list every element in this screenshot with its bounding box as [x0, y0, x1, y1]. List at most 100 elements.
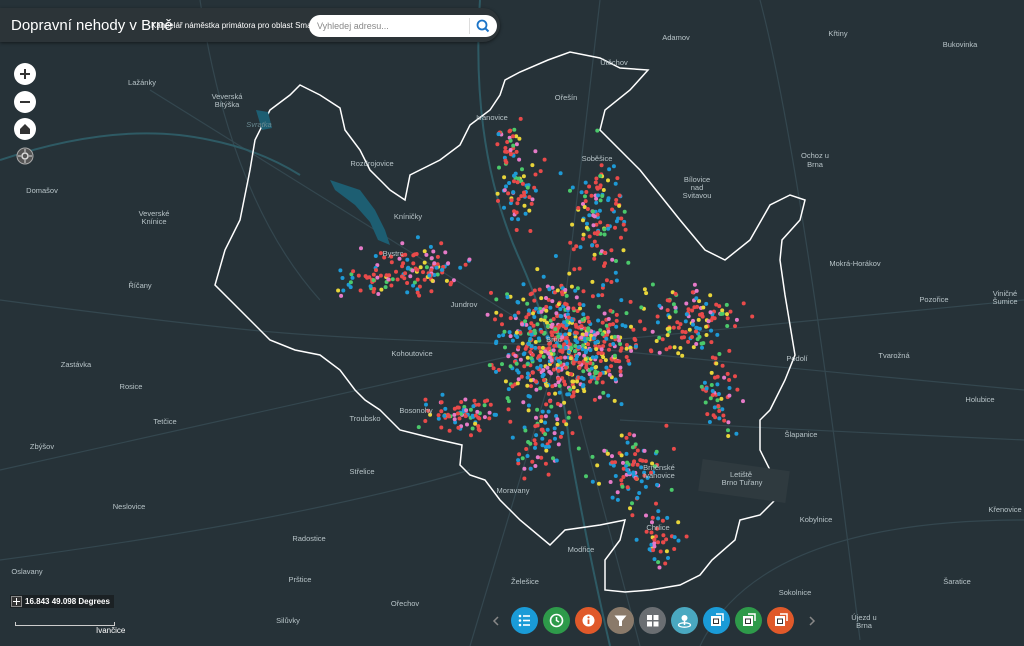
accident-point[interactable]: [412, 252, 417, 257]
accident-point[interactable]: [608, 308, 613, 313]
accident-point[interactable]: [500, 362, 504, 367]
accident-point[interactable]: [533, 149, 538, 154]
accident-point[interactable]: [590, 279, 595, 284]
accident-point[interactable]: [588, 379, 592, 384]
accident-point[interactable]: [595, 463, 600, 468]
accident-point[interactable]: [581, 236, 586, 241]
accident-point[interactable]: [415, 290, 420, 295]
accident-point[interactable]: [717, 409, 722, 413]
accident-point[interactable]: [656, 509, 661, 514]
accident-point[interactable]: [511, 143, 516, 148]
accident-point[interactable]: [635, 462, 640, 467]
accident-point[interactable]: [459, 400, 464, 404]
accident-point[interactable]: [494, 339, 499, 344]
accident-point[interactable]: [583, 357, 588, 362]
accident-point[interactable]: [494, 412, 498, 417]
accident-point[interactable]: [533, 172, 538, 177]
accident-point[interactable]: [613, 377, 618, 382]
accident-point[interactable]: [440, 267, 444, 272]
accident-point[interactable]: [702, 380, 707, 385]
accident-point[interactable]: [553, 436, 557, 441]
accident-point[interactable]: [527, 208, 532, 213]
accident-point[interactable]: [373, 254, 378, 258]
accident-point[interactable]: [633, 338, 638, 342]
accident-point[interactable]: [525, 454, 530, 458]
accident-point[interactable]: [506, 387, 511, 392]
accident-point[interactable]: [569, 284, 574, 289]
accident-point[interactable]: [422, 249, 427, 254]
accident-point[interactable]: [710, 389, 715, 393]
accident-point[interactable]: [439, 400, 444, 405]
accident-point[interactable]: [510, 384, 515, 389]
accident-point[interactable]: [617, 359, 622, 364]
accident-point[interactable]: [612, 398, 617, 403]
accident-point[interactable]: [621, 248, 626, 253]
accident-point[interactable]: [429, 256, 434, 261]
accident-point[interactable]: [555, 288, 560, 293]
accident-point[interactable]: [676, 520, 681, 525]
accident-point[interactable]: [665, 327, 670, 331]
zoom-out-button[interactable]: [14, 91, 36, 113]
accident-point[interactable]: [666, 556, 670, 560]
accident-point[interactable]: [384, 273, 389, 278]
accident-point[interactable]: [508, 152, 513, 157]
accident-point[interactable]: [610, 207, 615, 212]
accident-point[interactable]: [514, 330, 519, 335]
accident-point[interactable]: [619, 402, 624, 407]
accident-point[interactable]: [538, 358, 543, 363]
accident-point[interactable]: [606, 226, 611, 231]
accident-point[interactable]: [497, 165, 501, 170]
accident-point[interactable]: [602, 311, 607, 316]
accident-point[interactable]: [528, 336, 533, 341]
accident-point[interactable]: [609, 280, 614, 284]
accident-point[interactable]: [626, 358, 631, 363]
accident-point[interactable]: [584, 225, 589, 230]
accident-point[interactable]: [494, 297, 499, 302]
accident-point[interactable]: [430, 278, 435, 283]
accident-point[interactable]: [570, 222, 575, 227]
accident-point[interactable]: [654, 449, 659, 454]
accident-point[interactable]: [548, 305, 553, 310]
accident-point[interactable]: [698, 312, 702, 317]
accident-point[interactable]: [464, 408, 469, 413]
accident-point[interactable]: [476, 402, 481, 407]
accident-point[interactable]: [624, 343, 629, 347]
accident-point[interactable]: [599, 347, 604, 352]
accident-point[interactable]: [567, 271, 572, 276]
accident-point[interactable]: [601, 355, 606, 360]
accident-point[interactable]: [446, 261, 451, 266]
accident-point[interactable]: [411, 261, 416, 266]
accident-point[interactable]: [717, 352, 722, 356]
accident-point[interactable]: [650, 282, 655, 287]
accident-point[interactable]: [585, 315, 590, 320]
accident-point[interactable]: [568, 387, 572, 392]
accident-point[interactable]: [508, 334, 513, 339]
accident-point[interactable]: [712, 316, 717, 321]
accident-point[interactable]: [526, 341, 531, 346]
accident-point[interactable]: [562, 320, 567, 325]
accident-point[interactable]: [619, 453, 624, 458]
accident-point[interactable]: [595, 376, 600, 381]
accident-point[interactable]: [579, 190, 584, 195]
accident-point[interactable]: [378, 273, 383, 278]
accident-point[interactable]: [524, 447, 529, 451]
accident-point[interactable]: [593, 369, 598, 374]
accident-point[interactable]: [521, 282, 526, 287]
accident-point[interactable]: [614, 318, 619, 323]
accident-point[interactable]: [415, 235, 420, 240]
accident-point[interactable]: [482, 403, 487, 408]
accident-point[interactable]: [555, 401, 560, 406]
accident-point[interactable]: [733, 324, 737, 329]
accident-point[interactable]: [376, 292, 381, 296]
accident-point[interactable]: [642, 287, 647, 292]
accident-point[interactable]: [521, 400, 526, 405]
accident-point[interactable]: [566, 315, 571, 320]
accident-point[interactable]: [650, 329, 655, 334]
accident-point[interactable]: [598, 174, 603, 178]
accident-point[interactable]: [455, 411, 460, 416]
accident-point[interactable]: [395, 277, 400, 282]
accident-point[interactable]: [611, 164, 616, 169]
accident-point[interactable]: [558, 434, 563, 439]
accident-point[interactable]: [580, 347, 585, 352]
accident-point[interactable]: [523, 211, 528, 216]
